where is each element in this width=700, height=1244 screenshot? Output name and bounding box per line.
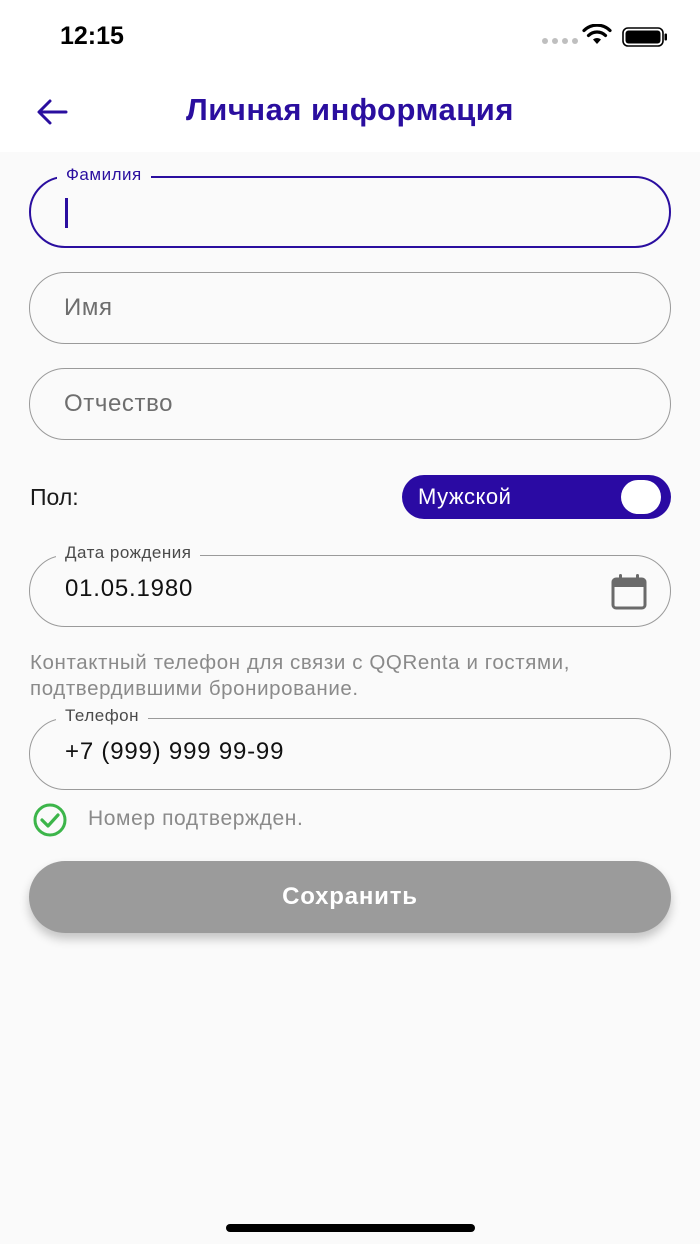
phone-label: Телефон xyxy=(56,706,149,726)
last-name-input[interactable] xyxy=(65,178,625,246)
app-header: Личная информация xyxy=(0,72,700,152)
home-indicator xyxy=(226,1224,475,1232)
phone-value: +7 (999) 999 99-99 xyxy=(65,738,285,765)
status-bar: 12:15 xyxy=(0,0,700,72)
save-button[interactable]: Сохранить xyxy=(29,861,671,933)
birth-date-field[interactable]: Дата рождения 01.05.1980 xyxy=(29,543,671,627)
status-time: 12:15 xyxy=(60,22,124,50)
gender-value: Мужской xyxy=(418,484,512,509)
phone-verified-text: Номер подтвержден. xyxy=(88,807,304,830)
battery-icon xyxy=(622,27,667,47)
birth-date-value: 01.05.1980 xyxy=(65,575,194,602)
wifi-icon xyxy=(582,24,612,44)
gender-toggle[interactable]: Мужской xyxy=(402,475,671,519)
phone-helper-text: Контактный телефон для связи с QQRenta и… xyxy=(30,651,571,700)
cellular-signal-icon xyxy=(542,38,578,44)
phone-field[interactable]: Телефон +7 (999) 999 99-99 xyxy=(29,706,671,790)
check-circle-icon xyxy=(33,803,67,837)
calendar-icon[interactable] xyxy=(610,573,648,611)
first-name-input[interactable] xyxy=(64,273,624,343)
patronymic-field[interactable] xyxy=(29,368,671,440)
last-name-field[interactable]: Фамилия xyxy=(29,165,671,248)
page-title: Личная информация xyxy=(186,92,514,127)
toggle-knob xyxy=(621,480,661,514)
birth-date-label: Дата рождения xyxy=(56,543,201,563)
first-name-field[interactable] xyxy=(29,272,671,344)
patronymic-input[interactable] xyxy=(64,369,624,439)
gender-label: Пол: xyxy=(30,484,79,510)
